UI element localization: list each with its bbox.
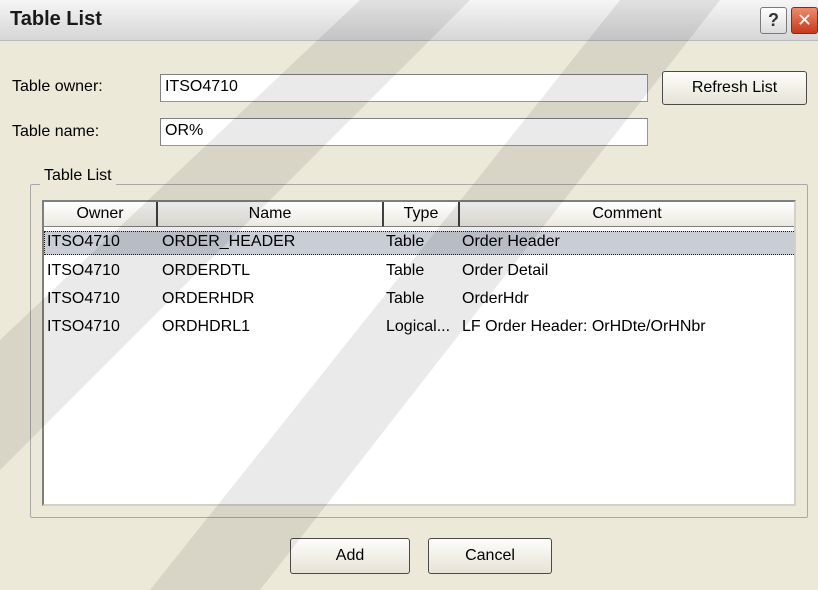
listview-header: Owner Name Type Comment	[44, 202, 794, 227]
cell-type: Table	[386, 262, 425, 279]
cell-name: ORDER_HEADER	[162, 233, 296, 250]
cell-type: Table	[386, 290, 425, 307]
close-button[interactable]: ✕	[791, 7, 818, 34]
table-list-dialog: Table List ? ✕ Table owner: ITSO4710 Ref…	[0, 0, 818, 590]
help-icon: ?	[768, 10, 779, 30]
add-button[interactable]: Add	[290, 538, 410, 574]
cell-comment: Order Detail	[462, 262, 549, 279]
table-row[interactable]: ITSO4710 ORDERDTL Table Order Detail	[44, 260, 794, 284]
table-name-label: Table name:	[12, 123, 100, 140]
table-owner-label: Table owner:	[12, 78, 103, 95]
table-name-field[interactable]: OR%	[160, 118, 648, 146]
column-header-name[interactable]: Name	[158, 202, 384, 227]
cell-owner: ITSO4710	[47, 318, 120, 335]
cell-name: ORDERDTL	[162, 262, 251, 279]
close-icon: ✕	[796, 10, 813, 30]
cell-owner: ITSO4710	[47, 262, 120, 279]
cancel-button[interactable]: Cancel	[428, 538, 552, 574]
cell-comment: Order Header	[462, 233, 560, 250]
table-row[interactable]: ITSO4710 ORDER_HEADER Table Order Header	[44, 231, 794, 255]
cell-owner: ITSO4710	[47, 290, 120, 307]
table-listview[interactable]: Owner Name Type Comment ITSO4710 ORDER_H…	[42, 200, 796, 506]
cell-comment: LF Order Header: OrHDte/OrHNbr	[462, 318, 706, 335]
table-list-group-caption: Table List	[40, 167, 116, 185]
title-bar: Table List ? ✕	[0, 0, 818, 41]
cell-name: ORDHDRL1	[162, 318, 251, 335]
cell-type: Logical...	[386, 318, 451, 335]
table-row[interactable]: ITSO4710 ORDERHDR Table OrderHdr	[44, 288, 794, 312]
cell-type: Table	[386, 233, 425, 250]
refresh-list-button[interactable]: Refresh List	[662, 71, 807, 105]
table-row[interactable]: ITSO4710 ORDHDRL1 Logical... LF Order He…	[44, 316, 794, 340]
column-header-type[interactable]: Type	[384, 202, 460, 227]
column-header-comment[interactable]: Comment	[460, 202, 794, 227]
cell-name: ORDERHDR	[162, 290, 255, 307]
column-header-owner[interactable]: Owner	[44, 202, 158, 227]
help-button[interactable]: ?	[760, 7, 787, 34]
cell-comment: OrderHdr	[462, 290, 529, 307]
cell-owner: ITSO4710	[47, 233, 120, 250]
table-owner-field[interactable]: ITSO4710	[160, 74, 648, 102]
window-title: Table List	[10, 8, 102, 30]
